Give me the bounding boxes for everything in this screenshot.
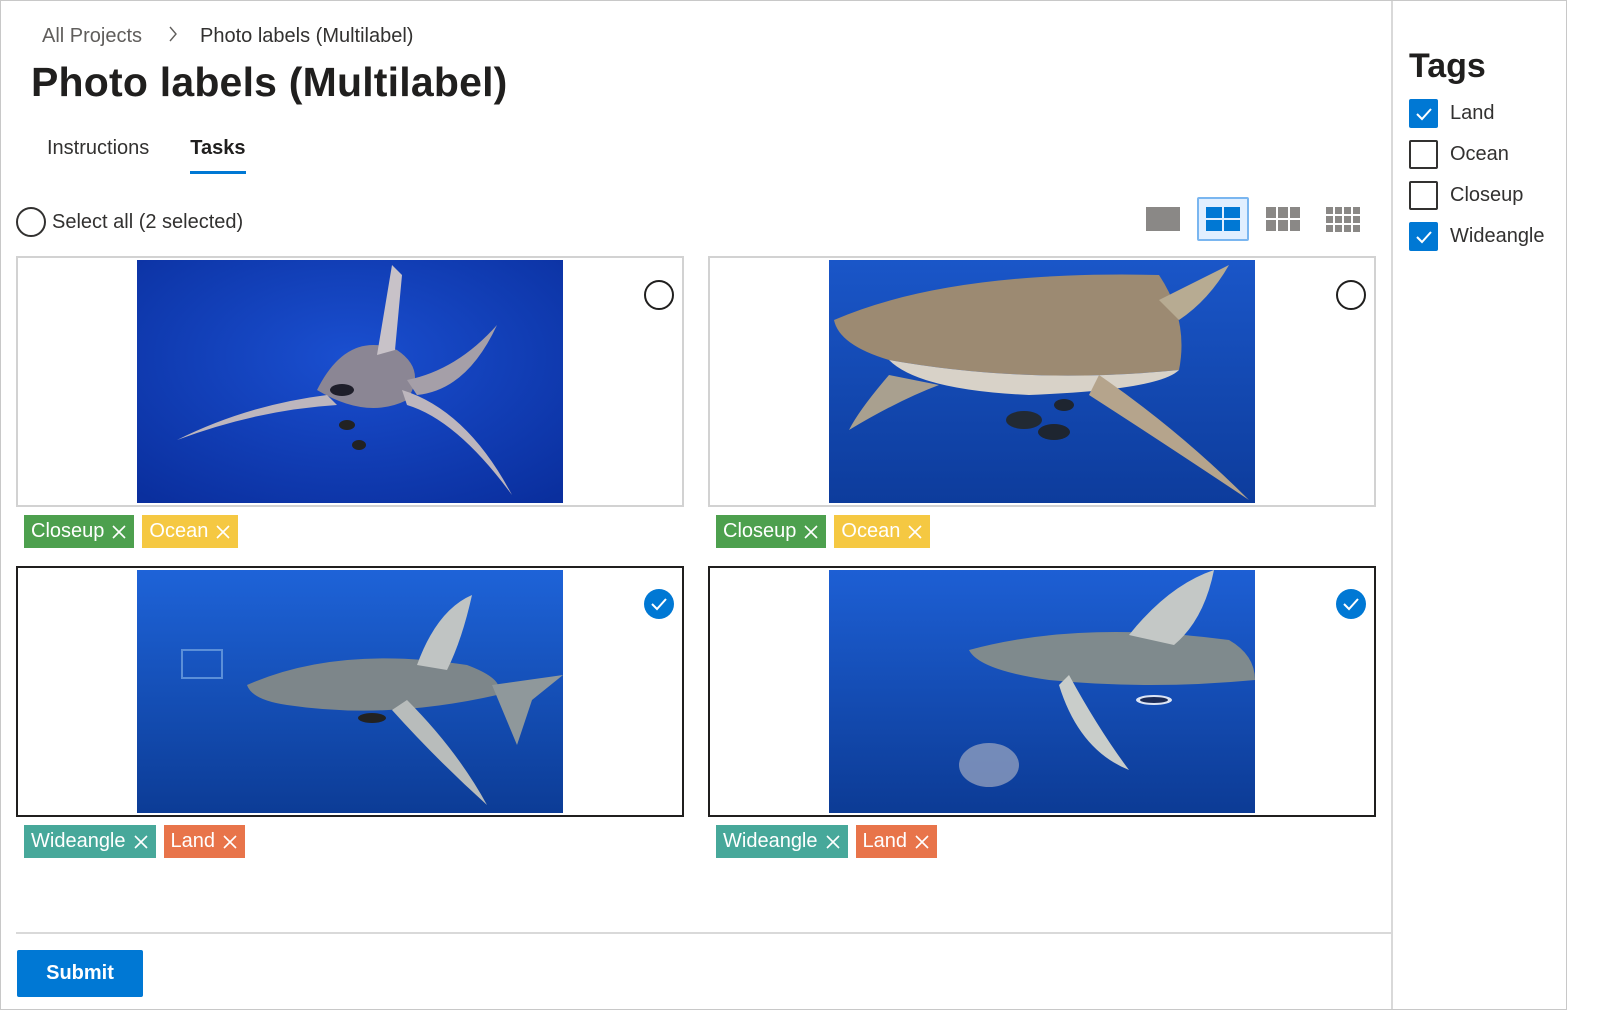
card-tags: Closeup Ocean [24,515,246,548]
card-tags: Wideangle Land [716,825,945,858]
breadcrumb: All Projects Photo labels (Multilabel) [42,25,413,48]
checkbox-checked-icon[interactable] [1409,222,1438,251]
view-mode-switcher [1137,197,1377,241]
footer-divider [16,932,1391,934]
tag-chip: Land [163,825,246,858]
view-two-by-two-button[interactable] [1197,197,1249,241]
chevron-right-icon [168,26,178,47]
breadcrumb-current: Photo labels (Multilabel) [200,25,414,47]
remove-tag-icon[interactable] [914,834,930,850]
card-selected-check-icon[interactable] [1336,589,1366,619]
tag-chip: Wideangle [716,825,848,858]
two-by-two-grid-icon [1206,207,1240,231]
card-tags: Wideangle Land [24,825,253,858]
shark-photo [137,260,563,503]
three-column-grid-icon [1266,207,1300,231]
tag-chip-label: Ocean [841,520,901,542]
main-panel: All Projects Photo labels (Multilabel) P… [1,1,1391,1009]
remove-tag-icon[interactable] [111,524,127,540]
select-card-radio[interactable] [1336,280,1366,310]
shark-photo [829,260,1255,503]
tag-chip-label: Land [862,830,908,852]
shark-photo [137,570,563,813]
shark-photo [829,570,1255,813]
tag-chip: Ocean [834,515,931,548]
card-selected-check-icon[interactable] [644,589,674,619]
tag-chip: Closeup [24,515,135,548]
select-all-radio[interactable] [16,207,46,237]
remove-tag-icon[interactable] [215,524,231,540]
checkbox-icon[interactable] [1409,140,1438,169]
view-four-column-button[interactable] [1317,197,1369,241]
tag-chip-label: Closeup [723,520,797,542]
remove-tag-icon[interactable] [222,834,238,850]
view-three-column-button[interactable] [1257,197,1309,241]
tag-chip-label: Wideangle [31,830,126,852]
submit-button[interactable]: Submit [17,950,143,997]
tag-chip: Closeup [716,515,827,548]
view-single-button[interactable] [1137,197,1189,241]
remove-tag-icon[interactable] [825,834,841,850]
tag-option-closeup[interactable]: Closeup [1409,181,1523,210]
image-card[interactable] [16,566,684,817]
tab-instructions[interactable]: Instructions [47,137,149,160]
tab-tasks[interactable]: Tasks [190,137,246,174]
tag-chip: Wideangle [24,825,156,858]
tag-option-land[interactable]: Land [1409,99,1495,128]
tag-option-label: Ocean [1450,143,1509,165]
select-card-radio[interactable] [644,280,674,310]
select-all-toggle[interactable]: Select all (2 selected) [16,207,243,237]
tag-option-ocean[interactable]: Ocean [1409,140,1509,169]
tags-panel-title: Tags [1409,47,1486,85]
image-card[interactable] [16,256,684,507]
tag-chip-label: Ocean [149,520,209,542]
image-card[interactable] [708,566,1376,817]
tag-chip: Land [855,825,938,858]
checkbox-checked-icon[interactable] [1409,99,1438,128]
tag-chip: Ocean [142,515,239,548]
app-frame: All Projects Photo labels (Multilabel) P… [0,0,1567,1010]
tag-option-wideangle[interactable]: Wideangle [1409,222,1545,251]
tags-panel: Tags Land Ocean Closeup Wideangle [1391,1,1567,1009]
checkbox-icon[interactable] [1409,181,1438,210]
select-all-label: Select all (2 selected) [52,210,244,233]
breadcrumb-all-projects[interactable]: All Projects [42,25,142,48]
tag-option-label: Closeup [1450,184,1524,206]
tab-bar: Instructions Tasks [47,137,246,174]
remove-tag-icon[interactable] [907,524,923,540]
tag-chip-label: Wideangle [723,830,818,852]
four-column-grid-icon [1326,206,1360,232]
single-view-icon [1146,207,1180,231]
card-tags: Closeup Ocean [716,515,938,548]
image-card[interactable] [708,256,1376,507]
tag-chip-label: Land [170,830,216,852]
remove-tag-icon[interactable] [803,524,819,540]
tag-option-label: Wideangle [1450,225,1545,247]
page-title: Photo labels (Multilabel) [31,59,508,105]
tag-chip-label: Closeup [31,520,105,542]
remove-tag-icon[interactable] [133,834,149,850]
tag-option-label: Land [1450,102,1495,124]
